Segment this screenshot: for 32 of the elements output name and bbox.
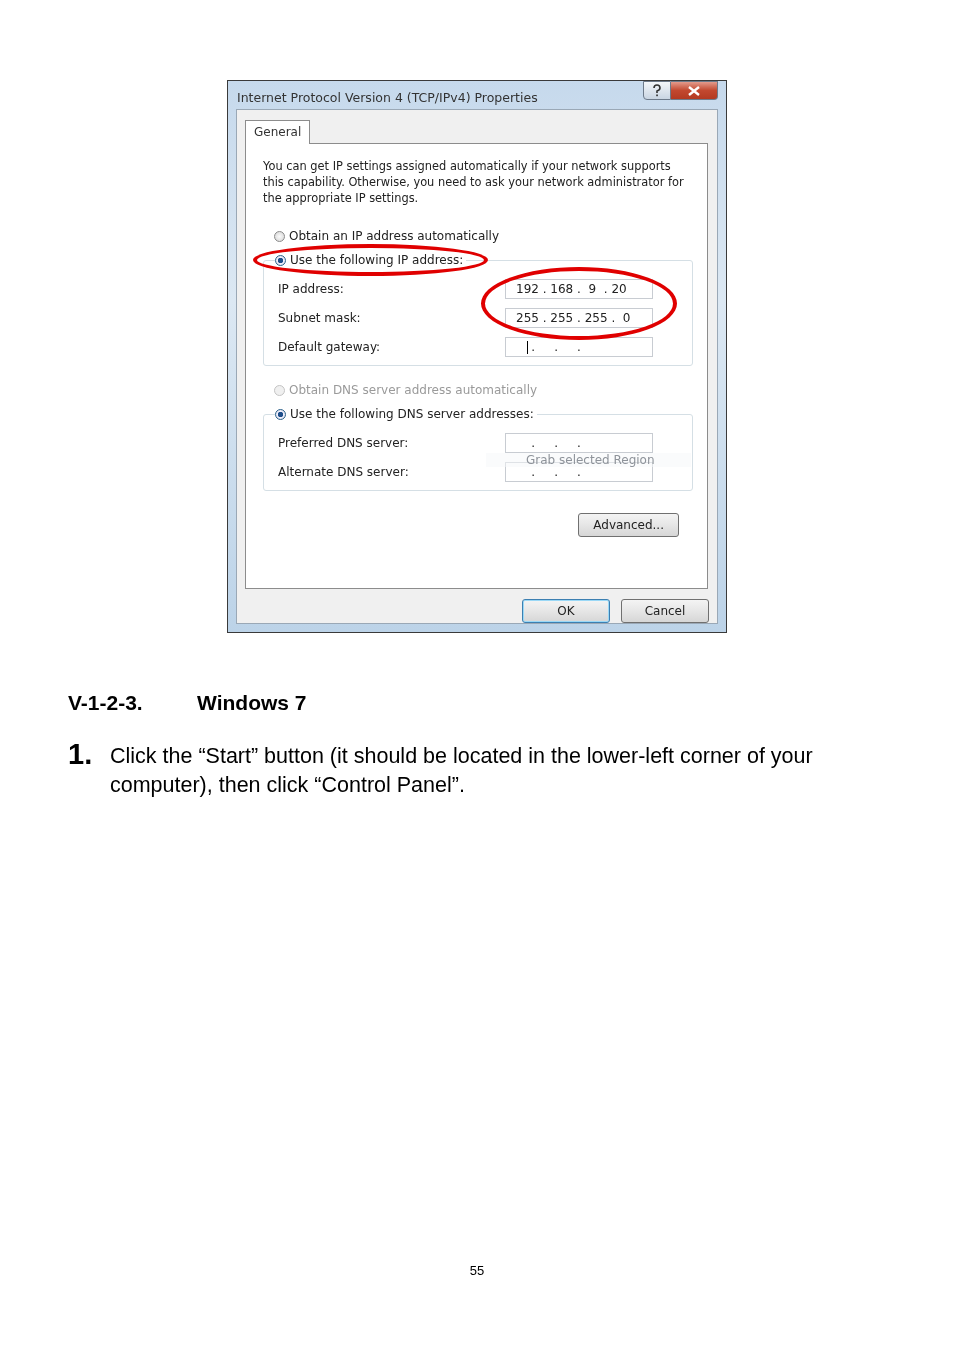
ip-address-field[interactable]: 192 . 168 . 9 . 20 [505, 279, 653, 299]
ip-address-field[interactable]: 255 . 255 . 255 . 0 [505, 308, 653, 328]
field-label: Preferred DNS server: [278, 436, 409, 450]
radio-button[interactable] [275, 254, 286, 266]
close-button[interactable] [671, 81, 718, 100]
radio-label: Obtain DNS server address automatically [289, 383, 538, 397]
close-icon [688, 85, 700, 96]
ok-button[interactable]: OK [522, 599, 610, 623]
radio-label: Obtain an IP address automatically [289, 229, 499, 243]
cancel-button[interactable]: Cancel [621, 599, 709, 623]
field-label: IP address: [278, 282, 344, 296]
advanced-button[interactable]: Advanced... [578, 513, 679, 537]
radio-button[interactable] [274, 230, 285, 242]
tab[interactable]: General [245, 120, 311, 144]
tooltip: Grab selected Region [486, 453, 691, 467]
step-number: 1. [68, 739, 94, 769]
radio-label: Use the following IP address: [290, 253, 464, 267]
radio-button[interactable] [275, 408, 286, 420]
question-mark-icon [652, 84, 662, 97]
window-title: Internet Protocol Version 4 (TCP/IPv4) Properties [237, 89, 538, 105]
section-title: Windows 7 [197, 691, 307, 715]
ip-address-field[interactable]: . . . [505, 433, 653, 453]
field-label: Subnet mask: [278, 311, 361, 325]
field-label: Default gateway: [278, 340, 381, 354]
section-number: V-1-2-3. [68, 691, 144, 715]
intro-text: You can get IP settings assigned automatically if your network supports this capability. Otherwise, you need to ask your network administrator for the appropriate IP settings. [263, 158, 685, 206]
ip-address-field[interactable]: . . . [505, 337, 653, 357]
page-number: 55 [469, 1263, 485, 1278]
help-button[interactable] [643, 81, 671, 100]
step-text: Click the “Start” button (it should be located in the lower-left corner of your computer), then click “Control Panel”. [110, 743, 814, 799]
radio-label: Use the following DNS server addresses: [290, 407, 534, 421]
field-label: Alternate DNS server: [278, 465, 409, 479]
